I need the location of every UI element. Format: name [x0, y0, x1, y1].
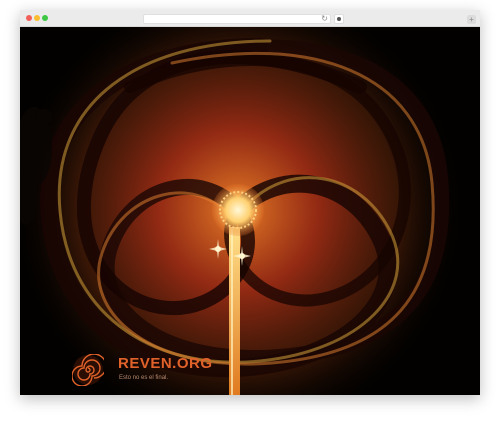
extension-icon[interactable] [334, 14, 344, 24]
minimize-window-button[interactable] [34, 15, 40, 21]
close-window-button[interactable] [26, 15, 32, 21]
site-branding[interactable]: REVEN.ORG Esto no es el final. [72, 354, 232, 388]
spiral-logo-icon [72, 354, 104, 386]
address-bar[interactable]: ↻ [143, 14, 331, 24]
maximize-window-button[interactable] [42, 15, 48, 21]
hero-image [20, 27, 480, 395]
page-viewport: REVEN.ORG Esto no es el final. [20, 27, 480, 395]
browser-window: ↻ + REVEN.ORG Esto no es el final. [20, 10, 480, 395]
reload-icon[interactable]: ↻ [321, 12, 328, 26]
site-tagline: Esto no es el final. [119, 375, 169, 381]
browser-toolbar: ↻ + [20, 10, 480, 27]
site-title[interactable]: REVEN.ORG [118, 355, 213, 372]
new-tab-button[interactable]: + [467, 15, 476, 24]
